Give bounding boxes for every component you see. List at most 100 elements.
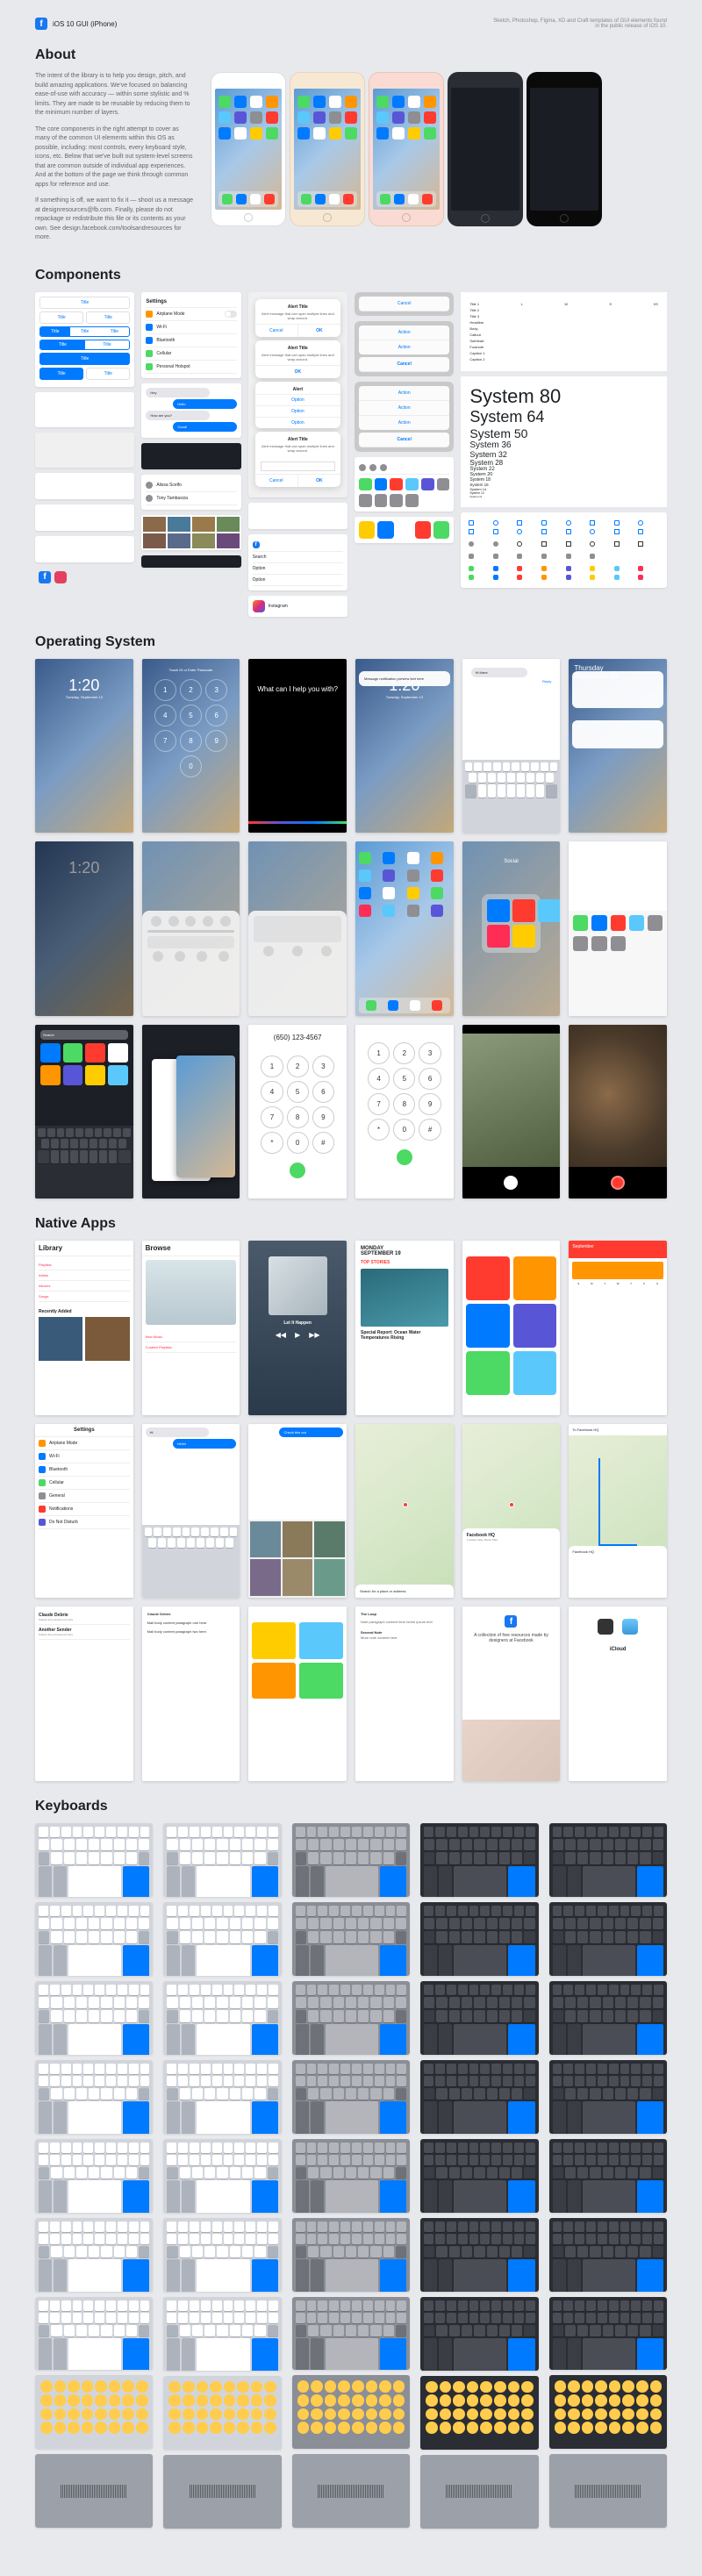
maps-detail: Facebook HQ 1 Hacker Way, Menlo Park (462, 1424, 561, 1599)
phone-keypad-alt: 123456789*0# (355, 1025, 454, 1199)
keyboard-dictate (549, 2454, 667, 2528)
doc-title: iOS 10 GUI (iPhone) (53, 20, 117, 28)
wifi-toggle[interactable] (168, 916, 179, 927)
keyboard-alpha (420, 1981, 538, 2055)
keyboard-alpha (292, 1981, 410, 2055)
search-input[interactable]: Search (40, 1030, 128, 1040)
keyboard-num (549, 2139, 667, 2213)
alert-ok[interactable]: OK (298, 325, 340, 337)
keyboard-alpha (420, 1823, 538, 1897)
os-screens: 1:20 Tuesday, September 13 Touch ID or E… (35, 659, 667, 1199)
contact-list: Alissa Scelfo Tony Tambascia (141, 475, 240, 510)
keyboard-alpha (35, 1823, 153, 1897)
control-center (142, 841, 240, 1016)
prev-icon[interactable]: ◀◀ (276, 1331, 286, 1339)
iphone-black (526, 72, 602, 226)
calendar-app: September SMTWTFS (569, 1241, 667, 1415)
keyboard-num (292, 2297, 410, 2371)
facebook-logo: f (35, 18, 47, 30)
lock-notification: 1:20 Tuesday, September 13 Message notif… (355, 659, 454, 834)
about-heading: About (35, 47, 667, 63)
files-app (248, 1606, 347, 1781)
iphone-mockups (211, 72, 602, 250)
camera-video (569, 1025, 667, 1199)
airplane-toggle[interactable] (151, 916, 161, 927)
typography-sizes: Title 1LMSXS Title 2 Title 3 Headline Bo… (461, 292, 667, 371)
apps-screens: Library Playlists Artists Albums Songs R… (35, 1241, 667, 1781)
segmented-control[interactable]: TitleTitleTitle (39, 326, 130, 337)
play-icon[interactable]: ▶ (295, 1331, 300, 1339)
messages-compose: HiHello! (142, 1424, 240, 1599)
keyboard-num (163, 2060, 281, 2134)
keyboard-num (292, 2060, 410, 2134)
list-item[interactable]: Airplane Mode (146, 308, 236, 321)
icons-outline (461, 512, 667, 588)
keyboard-emoji (35, 2375, 153, 2449)
app-icons-row (355, 517, 454, 543)
settings-app: Settings Airplane Mode Wi-Fi Bluetooth C… (35, 1424, 133, 1599)
news-app: MONDAY SEPTEMBER 19 TOP STORIES Special … (355, 1241, 454, 1415)
control-center-music (248, 841, 347, 1016)
siri-screen: What can I help you with? (248, 659, 347, 834)
keyboard-num (35, 2297, 153, 2371)
widgets-screen: Thursday September 15 (569, 659, 667, 834)
rotation-toggle[interactable] (220, 916, 231, 927)
maps-app: Search for a place or address (355, 1424, 454, 1599)
keyboard-num (35, 2139, 153, 2213)
notification-reply: Hi there Reply (462, 659, 561, 834)
apps-heading: Native Apps (35, 1216, 667, 1232)
keyboard-num (163, 2139, 281, 2213)
keyboard-num (420, 2218, 538, 2292)
ios-button[interactable]: Title (39, 297, 130, 309)
facebook-icon: f (39, 571, 51, 583)
action-sheet: Cancel (355, 292, 454, 316)
keyboard-num (420, 2060, 538, 2134)
photo-grid (141, 515, 240, 550)
doc-tagline: Sketch, Photoshop, Figma, XD and Craft t… (491, 18, 667, 29)
components-heading: Components (35, 268, 667, 283)
spotlight-dark: Search (35, 1025, 133, 1199)
share-sheet (355, 457, 454, 512)
music-browse: Browse New Music Curated Playlists (142, 1241, 240, 1415)
keyboard-alpha (420, 1902, 538, 1976)
lock-dim: 1:20 (35, 841, 133, 1016)
os-heading: Operating System (35, 634, 667, 650)
alert-input[interactable] (261, 462, 335, 471)
keyboard-num (549, 2218, 667, 2292)
alert-dialog: Alert Title Alert message that can span … (255, 299, 340, 337)
keyboard-alpha (35, 1981, 153, 2055)
shutter-button[interactable] (504, 1176, 518, 1190)
call-button[interactable] (290, 1163, 305, 1178)
app-switcher (142, 1025, 240, 1199)
keyboard-num (292, 2139, 410, 2213)
next-icon[interactable]: ▶▶ (309, 1331, 319, 1339)
share-sheet-screen (569, 841, 667, 1016)
instagram-icon (253, 600, 265, 612)
keyboard-num (549, 2297, 667, 2371)
keyboard-dictate (35, 2454, 153, 2528)
switch-icon[interactable] (225, 311, 237, 318)
components-grid: Title TitleTitle TitleTitleTitle TitleTi… (35, 292, 667, 617)
dnd-toggle[interactable] (203, 916, 213, 927)
mail-detail: Claude Debrie Mail body content paragrap… (142, 1606, 240, 1781)
bluetooth-toggle[interactable] (185, 916, 196, 927)
keyboard-num (549, 2060, 667, 2134)
keyboards-heading: Keyboards (35, 1799, 667, 1814)
keyboard-num (35, 2218, 153, 2292)
keyboard-num (292, 2218, 410, 2292)
keyboard-num (163, 2218, 281, 2292)
phone-keypad: (650) 123-4567 123456789*0# (248, 1025, 347, 1199)
keyboard-emoji (292, 2375, 410, 2449)
keyboard-num (420, 2297, 538, 2371)
keyboard-dictate (420, 2455, 538, 2529)
messages-media: Check this out (248, 1424, 347, 1599)
iphone-silver (211, 72, 286, 226)
keyboard-alpha (163, 1902, 281, 1976)
music-library: Library Playlists Artists Albums Songs R… (35, 1241, 133, 1415)
lock-screen: 1:20 Tuesday, September 13 (35, 659, 133, 834)
record-button[interactable] (611, 1176, 625, 1190)
about-text: The intent of the library is to help you… (35, 72, 193, 250)
keyboard-emoji (163, 2376, 281, 2450)
alert-cancel[interactable]: Cancel (255, 325, 298, 337)
typography-scale: System 80 System 64 System 50 System 36 … (461, 376, 667, 507)
